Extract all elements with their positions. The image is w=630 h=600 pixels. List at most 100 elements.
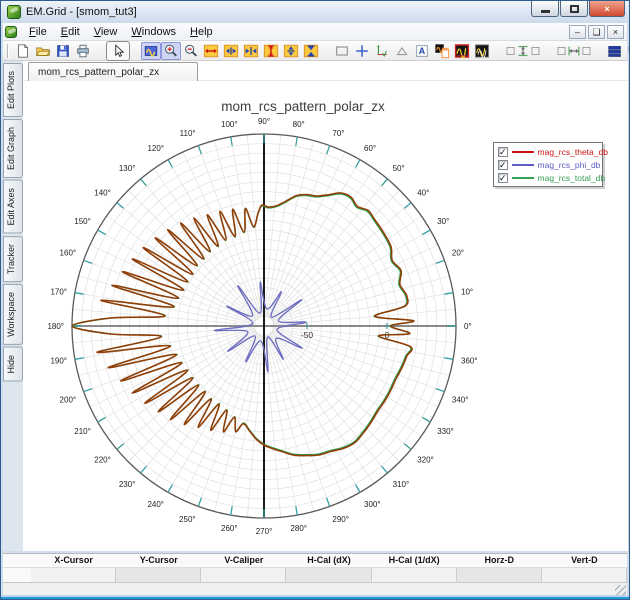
axes-marker-button[interactable] — [372, 42, 392, 60]
menu-edit[interactable]: Edit — [54, 25, 87, 39]
slope-triangle-button[interactable] — [392, 42, 412, 60]
legend-item: ✓ mag_rcs_total_db — [498, 172, 605, 183]
toolbar: A Layout — [3, 40, 629, 61]
plot-legend: ✓ mag_rcs_theta_db ✓ mag_rcs_phi_db ✓ mag_rcs… — [493, 142, 608, 187]
polar-plot-canvas[interactable]: 0° 10° 20° 30° 40° 50° 60° 70° 80° 90° 100° 110° 120… — [23, 61, 629, 553]
svg-text:0°: 0° — [464, 322, 472, 331]
sidebar-tab-edit-plots[interactable]: Edit Plots — [3, 63, 23, 118]
svg-text:310°: 310° — [393, 480, 410, 489]
svg-text:170°: 170° — [50, 287, 67, 296]
readout-value-1 — [116, 568, 202, 582]
svg-text:130°: 130° — [119, 164, 136, 173]
readout-header-4: H-Cal (1/dX) — [388, 555, 440, 565]
toolbar-grip[interactable] — [7, 43, 9, 58]
menu-view[interactable]: View — [87, 25, 125, 39]
sidebar-tab-hide[interactable]: Hide — [3, 346, 23, 382]
svg-text:160°: 160° — [60, 249, 77, 258]
svg-text:230°: 230° — [119, 480, 136, 489]
print-button[interactable] — [73, 42, 93, 60]
open-file-button[interactable] — [33, 42, 53, 60]
legend-line-swatch — [511, 163, 534, 166]
expand-x-button[interactable] — [201, 42, 221, 60]
svg-text:260°: 260° — [221, 524, 238, 533]
sidebar-tab-edit-axes[interactable]: Edit Axes — [3, 180, 23, 234]
legend-line-swatch — [511, 176, 534, 179]
shrink-x-button[interactable] — [221, 42, 241, 60]
svg-text:60°: 60° — [364, 144, 376, 153]
minimize-button[interactable] — [531, 1, 559, 17]
fit-x-button[interactable] — [241, 42, 261, 60]
sidebar-tab-edit-graph[interactable]: Edit Graph — [3, 119, 23, 179]
svg-text:360°: 360° — [461, 357, 478, 366]
readout-value-3 — [286, 568, 372, 582]
layout-menu-button[interactable]: Layout — [605, 42, 629, 60]
h-range-toggle-button[interactable] — [554, 42, 594, 60]
sidebar-tabstrip: Edit Plots Edit Graph Edit Axes Tracker Work… — [3, 61, 23, 551]
crosshair-marker-button[interactable] — [352, 42, 372, 60]
legend-item: ✓ mag_rcs_theta_db — [498, 146, 608, 157]
svg-text:270°: 270° — [256, 527, 273, 536]
svg-text:110°: 110° — [180, 129, 196, 138]
svg-text:180°: 180° — [47, 322, 64, 331]
zoom-out-button[interactable] — [181, 42, 201, 60]
svg-text:90°: 90° — [258, 117, 270, 126]
zoom-in-button[interactable] — [161, 41, 181, 60]
legend-line-swatch — [511, 150, 534, 153]
menu-file[interactable]: File — [22, 25, 54, 39]
menu-help[interactable]: Help — [183, 25, 220, 39]
svg-text:140°: 140° — [94, 188, 111, 197]
document-tab[interactable]: mom_rcs_pattern_polar_zx — [28, 62, 198, 81]
sidebar-tab-workspace[interactable]: Workspace — [3, 283, 23, 345]
mdi-minimize-button[interactable]: – — [569, 24, 586, 39]
readout-value-4 — [371, 568, 457, 582]
expand-y-button[interactable] — [261, 42, 281, 60]
sidebar-tab-tracker[interactable]: Tracker — [3, 235, 23, 282]
new-document-button[interactable] — [13, 42, 33, 60]
legend-checkbox-1[interactable]: ✓ — [498, 159, 508, 170]
shrink-y-button[interactable] — [281, 42, 301, 60]
svg-text:240°: 240° — [147, 500, 164, 509]
svg-text:290°: 290° — [332, 515, 349, 524]
svg-text:250°: 250° — [179, 515, 196, 524]
legend-label: mag_rcs_phi_db — [537, 159, 601, 170]
readout-header-1: Y-Cursor — [139, 555, 178, 565]
svg-text:150°: 150° — [74, 217, 91, 226]
readout-header-6: Vert-D — [571, 555, 598, 565]
svg-text:80°: 80° — [293, 120, 305, 129]
v-range-toggle-button[interactable] — [503, 42, 543, 60]
pan-view-button[interactable] — [141, 41, 161, 60]
fit-y-button[interactable] — [301, 42, 321, 60]
mdi-restore-button[interactable]: ❏ — [588, 24, 605, 39]
legend-checkbox-2[interactable]: ✓ — [498, 172, 508, 183]
legend-checkbox-0[interactable]: ✓ — [498, 146, 508, 157]
text-annotation-button[interactable]: A — [412, 42, 432, 60]
readout-header-0: X-Cursor — [54, 555, 93, 565]
svg-text:10°: 10° — [461, 287, 473, 296]
plot-style-multi-button[interactable] — [472, 42, 492, 60]
svg-text:50°: 50° — [393, 164, 405, 173]
close-button[interactable]: × — [589, 1, 625, 17]
maximize-button[interactable] — [560, 1, 588, 17]
svg-text:A: A — [419, 46, 426, 56]
svg-text:300°: 300° — [364, 500, 381, 509]
mdi-close-button[interactable]: × — [607, 24, 624, 39]
pointer-tool-button[interactable] — [106, 40, 130, 61]
selection-box-button[interactable] — [332, 42, 352, 60]
svg-text:280°: 280° — [290, 524, 307, 533]
svg-text:120°: 120° — [147, 144, 164, 153]
menu-windows[interactable]: Windows — [124, 25, 183, 39]
svg-text:190°: 190° — [50, 357, 67, 366]
save-file-button[interactable] — [53, 42, 73, 60]
svg-text:210°: 210° — [74, 427, 91, 436]
plot-style-dark-button[interactable] — [452, 42, 472, 60]
legend-item: ✓ mag_rcs_phi_db — [498, 159, 601, 170]
app-icon — [7, 5, 21, 19]
maximize-icon — [569, 4, 579, 13]
window-title: EM.Grid - [smom_tut3] — [26, 6, 137, 18]
copy-plot-button[interactable] — [432, 42, 452, 60]
svg-text:40°: 40° — [417, 188, 429, 197]
svg-text:100°: 100° — [221, 120, 238, 129]
readout-value-0 — [31, 568, 117, 582]
minimize-icon — [540, 9, 550, 13]
readout-value-6 — [541, 568, 627, 582]
